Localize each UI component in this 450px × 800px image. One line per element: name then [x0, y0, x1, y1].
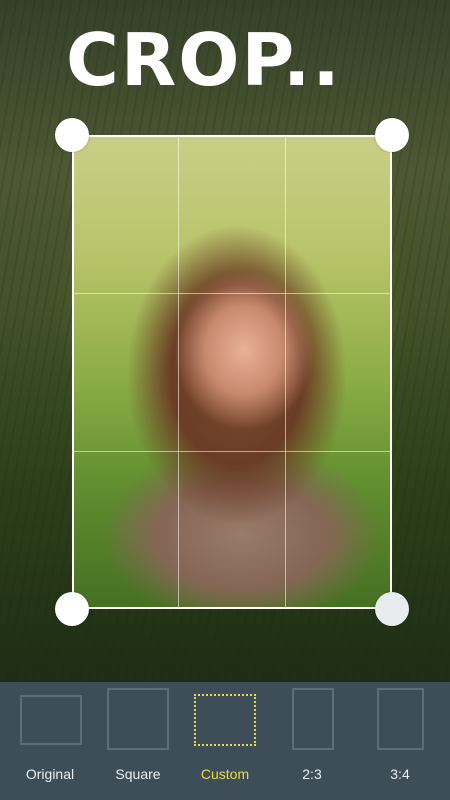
crop-handle-bottom-right[interactable] — [375, 592, 409, 626]
square-ratio-icon — [107, 688, 169, 750]
crop-option-custom[interactable]: Custom — [180, 682, 270, 800]
crop-option-label: Custom — [200, 766, 250, 782]
crop-option-label: 3:4 — [390, 766, 410, 782]
crop-handle-bottom-left[interactable] — [55, 592, 89, 626]
crop-screen: CROP.. Original Square Custom 2:3 3:4 — [0, 0, 450, 800]
crop-handle-top-left[interactable] — [55, 118, 89, 152]
crop-option-square[interactable]: Square — [93, 682, 183, 800]
crop-options-bar: Original Square Custom 2:3 3:4 — [0, 682, 450, 800]
crop-option-original[interactable]: Original — [5, 682, 95, 800]
crop-option-label: Original — [25, 766, 75, 782]
custom-ratio-icon — [194, 694, 256, 746]
original-ratio-icon — [20, 695, 82, 745]
crop-handle-top-right[interactable] — [375, 118, 409, 152]
ratio-3-4-icon — [377, 688, 424, 750]
crop-option-label: 2:3 — [302, 766, 322, 782]
ratio-2-3-icon — [292, 688, 334, 750]
page-title: CROP.. — [66, 18, 342, 102]
crop-option-2-3[interactable]: 2:3 — [267, 682, 357, 800]
crop-frame[interactable] — [72, 135, 392, 609]
crop-option-label: Square — [115, 766, 161, 782]
crop-option-3-4[interactable]: 3:4 — [355, 682, 445, 800]
